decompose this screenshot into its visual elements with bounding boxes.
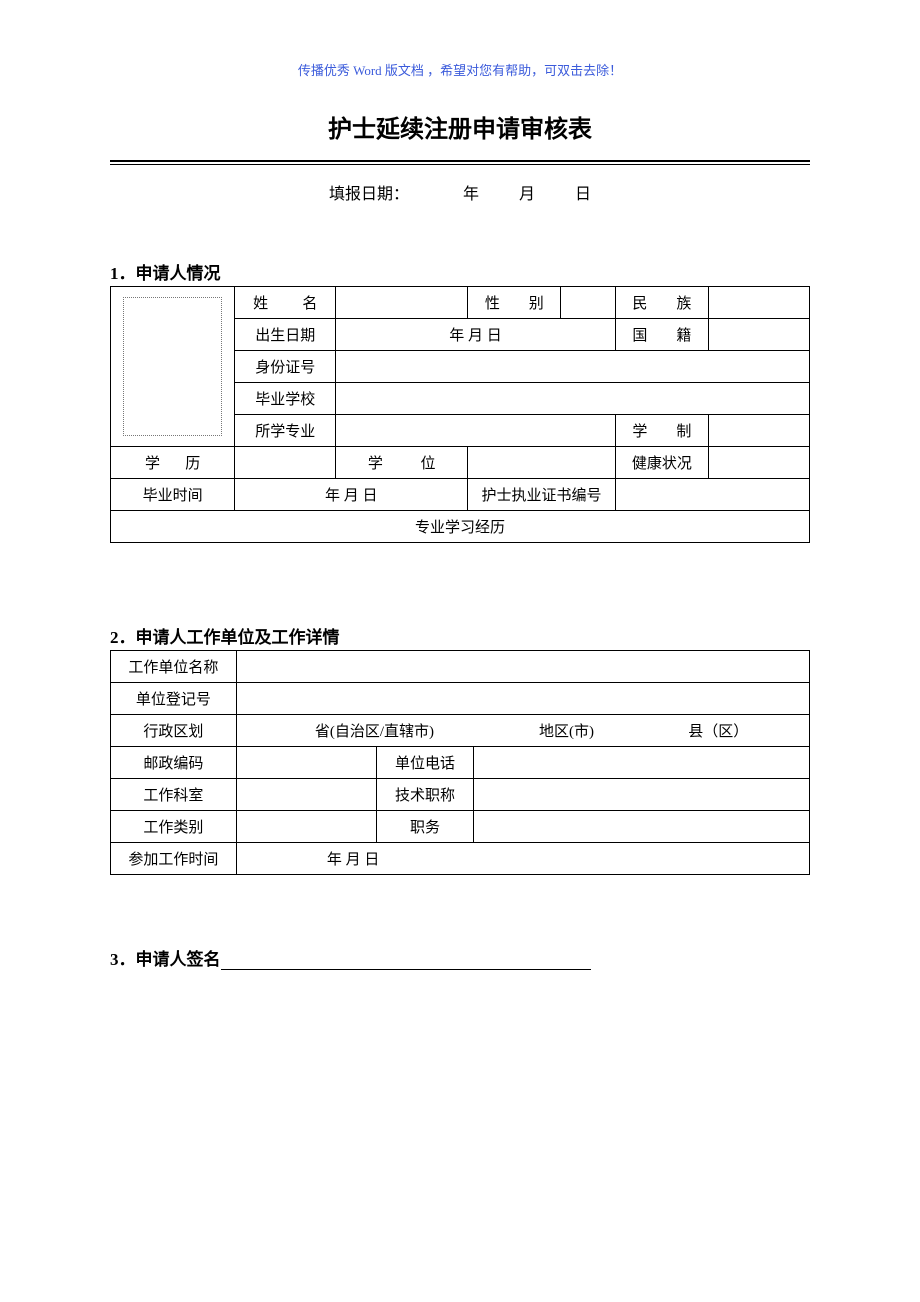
fill-date-line: 填报日期： 年 月 日 bbox=[110, 180, 810, 204]
fill-date-label: 填报日期： bbox=[329, 180, 409, 204]
field-org-phone[interactable] bbox=[474, 747, 810, 779]
field-health[interactable] bbox=[709, 447, 810, 479]
field-org-name[interactable] bbox=[236, 651, 809, 683]
field-degree[interactable] bbox=[468, 447, 616, 479]
field-major[interactable] bbox=[336, 415, 616, 447]
month-label: 月 bbox=[519, 180, 535, 204]
photo-placeholder bbox=[123, 297, 222, 436]
label-major: 所学专业 bbox=[235, 415, 336, 447]
field-tech-title[interactable] bbox=[474, 779, 810, 811]
label-org-phone: 单位电话 bbox=[376, 747, 474, 779]
label-edu-system: 学 制 bbox=[615, 415, 708, 447]
label-study-history: 专业学习经历 bbox=[415, 520, 505, 536]
label-idno: 身份证号 bbox=[235, 351, 336, 383]
label-grad-school: 毕业学校 bbox=[235, 383, 336, 415]
section2-heading: 2．申请人工作单位及工作详情 bbox=[110, 623, 810, 648]
section3: 3．申请人签名 bbox=[110, 945, 810, 970]
label-grad-time: 毕业时间 bbox=[111, 479, 235, 511]
title-divider bbox=[110, 160, 810, 166]
year-label: 年 bbox=[463, 180, 479, 204]
field-grad-school[interactable] bbox=[336, 383, 810, 415]
label-org-name: 工作单位名称 bbox=[111, 651, 237, 683]
field-edu-system[interactable] bbox=[709, 415, 810, 447]
label-department: 工作科室 bbox=[111, 779, 237, 811]
work-info-table: 工作单位名称 单位登记号 行政区划 省(自治区/直辖市) 地区(市) 县（区） … bbox=[110, 650, 810, 875]
field-nationality[interactable] bbox=[709, 319, 810, 351]
field-job-type[interactable] bbox=[236, 811, 376, 843]
label-birthdate: 出生日期 bbox=[235, 319, 336, 351]
field-gender[interactable] bbox=[561, 287, 615, 319]
label-ethnicity: 民 族 bbox=[615, 287, 708, 319]
label-start-work: 参加工作时间 bbox=[111, 843, 237, 875]
field-idno[interactable] bbox=[336, 351, 810, 383]
field-postcode[interactable] bbox=[236, 747, 376, 779]
section1-heading: 1．申请人情况 bbox=[110, 259, 810, 284]
watermark-text: 传播优秀 Word 版文档 ，希望对您有帮助，可双击去除！ bbox=[110, 60, 810, 79]
day-label: 日 bbox=[575, 180, 591, 204]
field-birthdate[interactable]: 年 月 日 bbox=[336, 319, 616, 351]
field-admin-region[interactable]: 省(自治区/直辖市) 地区(市) 县（区） bbox=[236, 715, 809, 747]
label-postcode: 邮政编码 bbox=[111, 747, 237, 779]
label-job-type: 工作类别 bbox=[111, 811, 237, 843]
label-org-reg-no: 单位登记号 bbox=[111, 683, 237, 715]
label-license-no: 护士执业证书编号 bbox=[468, 479, 616, 511]
page-title: 护士延续注册申请审核表 bbox=[110, 109, 810, 144]
field-grad-time[interactable]: 年 月 日 bbox=[235, 479, 468, 511]
label-tech-title: 技术职称 bbox=[376, 779, 474, 811]
label-gender: 性 别 bbox=[468, 287, 561, 319]
label-position: 职务 bbox=[376, 811, 474, 843]
label-nationality: 国 籍 bbox=[615, 319, 708, 351]
field-license-no[interactable] bbox=[615, 479, 809, 511]
field-department[interactable] bbox=[236, 779, 376, 811]
field-study-history[interactable]: 专业学习经历 bbox=[111, 511, 810, 543]
field-ethnicity[interactable] bbox=[709, 287, 810, 319]
label-education: 学 历 bbox=[111, 447, 235, 479]
field-org-reg-no[interactable] bbox=[236, 683, 809, 715]
photo-cell bbox=[111, 287, 235, 447]
field-start-work[interactable]: 年 月 日 bbox=[236, 843, 809, 875]
field-position[interactable] bbox=[474, 811, 810, 843]
field-name[interactable] bbox=[336, 287, 468, 319]
section3-heading: 3．申请人签名 bbox=[110, 950, 221, 969]
applicant-info-table: 姓 名 性 别 民 族 出生日期 年 月 日 国 籍 身份证号 毕业学校 所学专… bbox=[110, 286, 810, 543]
label-degree: 学 位 bbox=[336, 447, 468, 479]
label-name: 姓 名 bbox=[235, 287, 336, 319]
field-education[interactable] bbox=[235, 447, 336, 479]
label-health: 健康状况 bbox=[615, 447, 708, 479]
signature-line[interactable] bbox=[221, 969, 591, 970]
label-admin-region: 行政区划 bbox=[111, 715, 237, 747]
